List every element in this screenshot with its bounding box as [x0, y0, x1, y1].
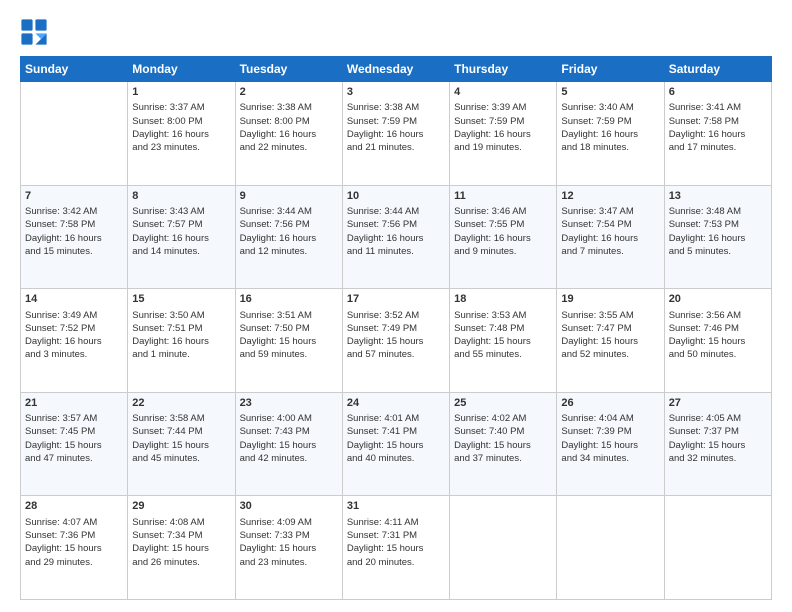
- day-number: 23: [240, 396, 338, 411]
- day-number: 19: [561, 292, 659, 307]
- day-number: 18: [454, 292, 552, 307]
- calendar-cell: 24Sunrise: 4:01 AMSunset: 7:41 PMDayligh…: [342, 392, 449, 496]
- weekday-header-tuesday: Tuesday: [235, 57, 342, 82]
- logo-icon: [20, 18, 48, 46]
- calendar-cell: 6Sunrise: 3:41 AMSunset: 7:58 PMDaylight…: [664, 82, 771, 186]
- calendar-cell: 29Sunrise: 4:08 AMSunset: 7:34 PMDayligh…: [128, 496, 235, 600]
- calendar-cell: 16Sunrise: 3:51 AMSunset: 7:50 PMDayligh…: [235, 289, 342, 393]
- day-number: 1: [132, 85, 230, 100]
- day-number: 12: [561, 189, 659, 204]
- calendar-cell: 8Sunrise: 3:43 AMSunset: 7:57 PMDaylight…: [128, 185, 235, 289]
- calendar-cell: 17Sunrise: 3:52 AMSunset: 7:49 PMDayligh…: [342, 289, 449, 393]
- calendar-cell: 27Sunrise: 4:05 AMSunset: 7:37 PMDayligh…: [664, 392, 771, 496]
- calendar-cell: 21Sunrise: 3:57 AMSunset: 7:45 PMDayligh…: [21, 392, 128, 496]
- calendar-cell: 11Sunrise: 3:46 AMSunset: 7:55 PMDayligh…: [450, 185, 557, 289]
- day-number: 27: [669, 396, 767, 411]
- week-row-1: 1Sunrise: 3:37 AMSunset: 8:00 PMDaylight…: [21, 82, 772, 186]
- day-number: 2: [240, 85, 338, 100]
- page: SundayMondayTuesdayWednesdayThursdayFrid…: [0, 0, 792, 612]
- calendar-cell: 5Sunrise: 3:40 AMSunset: 7:59 PMDaylight…: [557, 82, 664, 186]
- calendar-cell: 9Sunrise: 3:44 AMSunset: 7:56 PMDaylight…: [235, 185, 342, 289]
- calendar-cell: 26Sunrise: 4:04 AMSunset: 7:39 PMDayligh…: [557, 392, 664, 496]
- weekday-header-saturday: Saturday: [664, 57, 771, 82]
- calendar-cell: 25Sunrise: 4:02 AMSunset: 7:40 PMDayligh…: [450, 392, 557, 496]
- day-number: 26: [561, 396, 659, 411]
- week-row-4: 21Sunrise: 3:57 AMSunset: 7:45 PMDayligh…: [21, 392, 772, 496]
- week-row-2: 7Sunrise: 3:42 AMSunset: 7:58 PMDaylight…: [21, 185, 772, 289]
- week-row-3: 14Sunrise: 3:49 AMSunset: 7:52 PMDayligh…: [21, 289, 772, 393]
- calendar-cell: 15Sunrise: 3:50 AMSunset: 7:51 PMDayligh…: [128, 289, 235, 393]
- day-number: 28: [25, 499, 123, 514]
- day-number: 7: [25, 189, 123, 204]
- logo: [20, 18, 52, 46]
- calendar-cell: 12Sunrise: 3:47 AMSunset: 7:54 PMDayligh…: [557, 185, 664, 289]
- calendar-cell: 7Sunrise: 3:42 AMSunset: 7:58 PMDaylight…: [21, 185, 128, 289]
- weekday-header-sunday: Sunday: [21, 57, 128, 82]
- day-number: 3: [347, 85, 445, 100]
- day-number: 15: [132, 292, 230, 307]
- day-number: 5: [561, 85, 659, 100]
- day-number: 17: [347, 292, 445, 307]
- day-number: 20: [669, 292, 767, 307]
- calendar-cell: 14Sunrise: 3:49 AMSunset: 7:52 PMDayligh…: [21, 289, 128, 393]
- calendar-cell: 13Sunrise: 3:48 AMSunset: 7:53 PMDayligh…: [664, 185, 771, 289]
- day-number: 8: [132, 189, 230, 204]
- calendar-cell: [664, 496, 771, 600]
- day-number: 11: [454, 189, 552, 204]
- day-number: 6: [669, 85, 767, 100]
- day-number: 30: [240, 499, 338, 514]
- day-number: 25: [454, 396, 552, 411]
- calendar-cell: 28Sunrise: 4:07 AMSunset: 7:36 PMDayligh…: [21, 496, 128, 600]
- week-row-5: 28Sunrise: 4:07 AMSunset: 7:36 PMDayligh…: [21, 496, 772, 600]
- day-number: 16: [240, 292, 338, 307]
- calendar-cell: 20Sunrise: 3:56 AMSunset: 7:46 PMDayligh…: [664, 289, 771, 393]
- day-number: 29: [132, 499, 230, 514]
- header: [20, 18, 772, 46]
- calendar-cell: 30Sunrise: 4:09 AMSunset: 7:33 PMDayligh…: [235, 496, 342, 600]
- calendar-cell: [450, 496, 557, 600]
- weekday-header-thursday: Thursday: [450, 57, 557, 82]
- day-number: 21: [25, 396, 123, 411]
- calendar-cell: 2Sunrise: 3:38 AMSunset: 8:00 PMDaylight…: [235, 82, 342, 186]
- calendar-table: SundayMondayTuesdayWednesdayThursdayFrid…: [20, 56, 772, 600]
- weekday-header-row: SundayMondayTuesdayWednesdayThursdayFrid…: [21, 57, 772, 82]
- day-number: 22: [132, 396, 230, 411]
- calendar-cell: 19Sunrise: 3:55 AMSunset: 7:47 PMDayligh…: [557, 289, 664, 393]
- day-number: 14: [25, 292, 123, 307]
- calendar-cell: 18Sunrise: 3:53 AMSunset: 7:48 PMDayligh…: [450, 289, 557, 393]
- day-number: 24: [347, 396, 445, 411]
- day-number: 10: [347, 189, 445, 204]
- calendar-cell: 22Sunrise: 3:58 AMSunset: 7:44 PMDayligh…: [128, 392, 235, 496]
- calendar-cell: 4Sunrise: 3:39 AMSunset: 7:59 PMDaylight…: [450, 82, 557, 186]
- day-number: 13: [669, 189, 767, 204]
- calendar-cell: 1Sunrise: 3:37 AMSunset: 8:00 PMDaylight…: [128, 82, 235, 186]
- calendar-cell: 31Sunrise: 4:11 AMSunset: 7:31 PMDayligh…: [342, 496, 449, 600]
- weekday-header-wednesday: Wednesday: [342, 57, 449, 82]
- weekday-header-friday: Friday: [557, 57, 664, 82]
- calendar-cell: 3Sunrise: 3:38 AMSunset: 7:59 PMDaylight…: [342, 82, 449, 186]
- day-number: 31: [347, 499, 445, 514]
- calendar-cell: [21, 82, 128, 186]
- calendar-cell: 23Sunrise: 4:00 AMSunset: 7:43 PMDayligh…: [235, 392, 342, 496]
- weekday-header-monday: Monday: [128, 57, 235, 82]
- day-number: 4: [454, 85, 552, 100]
- day-number: 9: [240, 189, 338, 204]
- calendar-cell: 10Sunrise: 3:44 AMSunset: 7:56 PMDayligh…: [342, 185, 449, 289]
- calendar-cell: [557, 496, 664, 600]
